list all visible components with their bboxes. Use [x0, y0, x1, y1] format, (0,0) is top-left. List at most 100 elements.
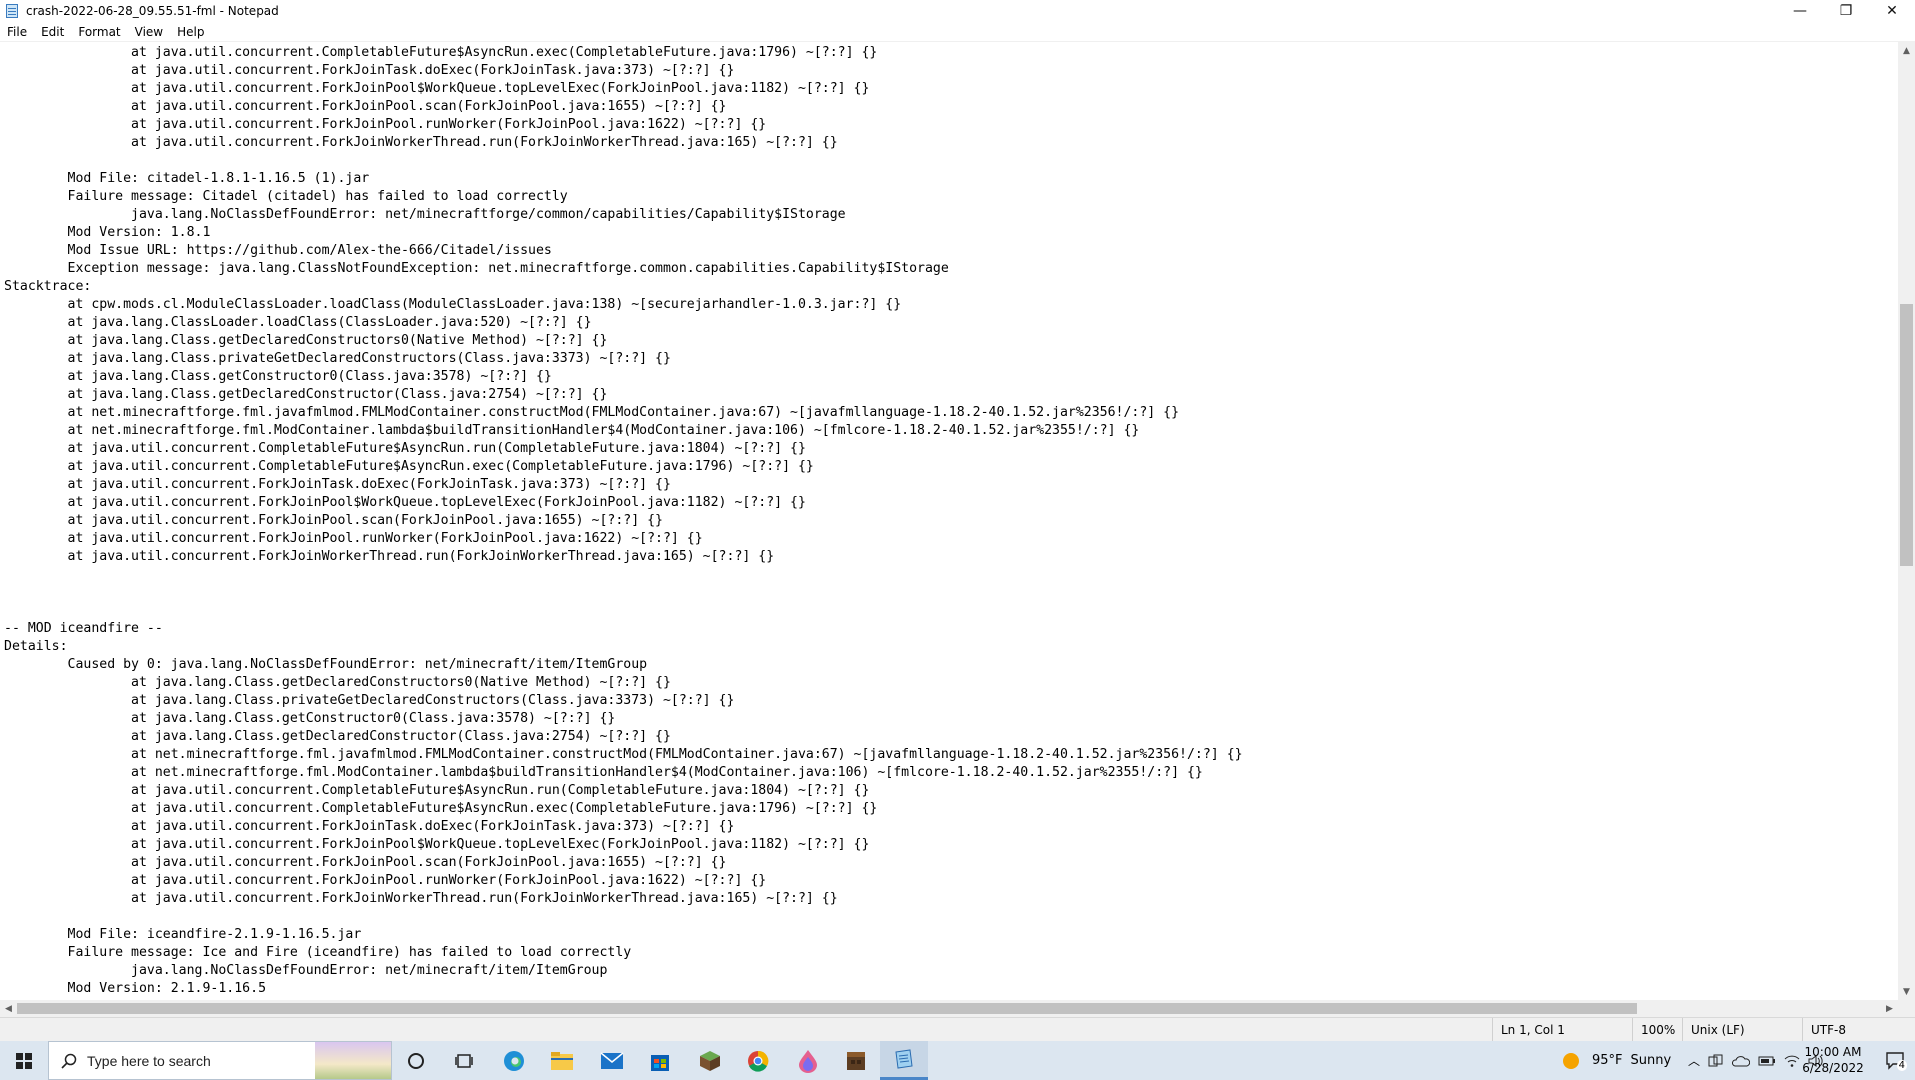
- text-line[interactable]: at java.util.concurrent.CompletableFutur…: [4, 782, 1243, 800]
- text-line[interactable]: at net.minecraftforge.fml.ModContainer.l…: [4, 764, 1243, 782]
- text-line[interactable]: at java.lang.Class.privateGetDeclaredCon…: [4, 692, 1243, 710]
- text-line[interactable]: at java.util.concurrent.ForkJoinPool$Wor…: [4, 80, 1243, 98]
- text-line[interactable]: at java.lang.Class.getDeclaredConstructo…: [4, 386, 1243, 404]
- store-button[interactable]: [636, 1041, 684, 1080]
- text-line[interactable]: [4, 602, 1243, 620]
- text-line[interactable]: at java.util.concurrent.CompletableFutur…: [4, 800, 1243, 818]
- menu-view[interactable]: View: [128, 25, 170, 39]
- text-line[interactable]: at java.util.concurrent.ForkJoinPool.run…: [4, 530, 1243, 548]
- text-line[interactable]: at java.util.concurrent.ForkJoinTask.doE…: [4, 818, 1243, 836]
- text-line[interactable]: [4, 566, 1243, 584]
- text-line[interactable]: at java.lang.Class.privateGetDeclaredCon…: [4, 350, 1243, 368]
- weather-widget[interactable]: 95°F Sunny: [1562, 1041, 1671, 1080]
- text-line[interactable]: at java.util.concurrent.ForkJoinTask.doE…: [4, 62, 1243, 80]
- window-controls: — ❐ ✕: [1777, 0, 1915, 22]
- text-line[interactable]: at java.util.concurrent.CompletableFutur…: [4, 440, 1243, 458]
- line-ending: Unix (LF): [1682, 1018, 1802, 1042]
- file-explorer-button[interactable]: [538, 1041, 586, 1080]
- window-title: crash-2022-06-28_09.55.51-fml - Notepad: [26, 4, 279, 18]
- action-center-button[interactable]: 4: [1883, 1049, 1909, 1073]
- people-icon[interactable]: [1708, 1054, 1724, 1068]
- vertical-scroll-thumb[interactable]: [1900, 304, 1913, 566]
- menu-edit[interactable]: Edit: [34, 25, 71, 39]
- text-line[interactable]: at java.util.concurrent.ForkJoinPool.run…: [4, 116, 1243, 134]
- text-line[interactable]: at java.util.concurrent.ForkJoinPool.run…: [4, 872, 1243, 890]
- text-line[interactable]: at java.util.concurrent.ForkJoinPool$Wor…: [4, 494, 1243, 512]
- mail-button[interactable]: [588, 1041, 636, 1080]
- edge-icon: [504, 1050, 524, 1071]
- scroll-right-button[interactable]: ▶: [1881, 1000, 1898, 1017]
- horizontal-scroll-thumb[interactable]: [17, 1003, 1637, 1014]
- chrome-button[interactable]: [734, 1041, 782, 1080]
- text-line[interactable]: at java.lang.ClassLoader.loadClass(Class…: [4, 314, 1243, 332]
- text-line[interactable]: at net.minecraftforge.fml.javafmlmod.FML…: [4, 404, 1243, 422]
- text-line[interactable]: at net.minecraftforge.fml.javafmlmod.FML…: [4, 746, 1243, 764]
- text-line[interactable]: at net.minecraftforge.fml.ModContainer.l…: [4, 422, 1243, 440]
- horizontal-scrollbar[interactable]: ◀ ▶: [0, 1000, 1898, 1017]
- maximize-button[interactable]: ❐: [1823, 0, 1869, 22]
- battery-icon[interactable]: [1758, 1055, 1776, 1067]
- start-button[interactable]: [0, 1041, 48, 1080]
- vertical-scrollbar[interactable]: ▲ ▼: [1898, 42, 1915, 1000]
- edge-button[interactable]: [490, 1041, 538, 1080]
- text-line[interactable]: Caused by 0: java.lang.NoClassDefFoundEr…: [4, 656, 1243, 674]
- text-line[interactable]: Stacktrace:: [4, 278, 1243, 296]
- text-line[interactable]: Mod Version: 2.1.9-1.16.5: [4, 980, 1243, 998]
- text-line[interactable]: at java.util.concurrent.ForkJoinPool.sca…: [4, 854, 1243, 872]
- text-line[interactable]: [4, 152, 1243, 170]
- text-line[interactable]: at java.lang.Class.getConstructor0(Class…: [4, 710, 1243, 728]
- text-line[interactable]: at java.util.concurrent.CompletableFutur…: [4, 458, 1243, 476]
- text-line[interactable]: Failure message: Citadel (citadel) has f…: [4, 188, 1243, 206]
- text-line[interactable]: Mod Version: 1.8.1: [4, 224, 1243, 242]
- text-line[interactable]: at java.lang.Class.getConstructor0(Class…: [4, 368, 1243, 386]
- text-line[interactable]: Mod File: citadel-1.8.1-1.16.5 (1).jar: [4, 170, 1243, 188]
- text-line[interactable]: at java.util.concurrent.ForkJoinPool.sca…: [4, 98, 1243, 116]
- menu-file[interactable]: File: [0, 25, 34, 39]
- minimize-button[interactable]: —: [1777, 0, 1823, 22]
- text-line[interactable]: java.lang.NoClassDefFoundError: net/mine…: [4, 206, 1243, 224]
- paint3d-button[interactable]: [784, 1041, 832, 1080]
- scroll-left-button[interactable]: ◀: [0, 1000, 17, 1017]
- text-line[interactable]: Exception message: java.lang.ClassNotFou…: [4, 260, 1243, 278]
- show-hidden-icons-chevron-icon[interactable]: ︿: [1688, 1052, 1700, 1069]
- text-line[interactable]: at java.util.concurrent.ForkJoinPool$Wor…: [4, 836, 1243, 854]
- text-line[interactable]: at java.lang.Class.getDeclaredConstructo…: [4, 332, 1243, 350]
- search-icon: [61, 1053, 77, 1069]
- text-line[interactable]: at java.util.concurrent.ForkJoinTask.doE…: [4, 476, 1243, 494]
- mail-icon: [600, 1051, 624, 1069]
- text-line[interactable]: [4, 584, 1243, 602]
- menu-help[interactable]: Help: [170, 25, 211, 39]
- cortana-button[interactable]: [392, 1041, 440, 1080]
- clock-time: 10:00 AM: [1804, 1045, 1862, 1059]
- text-line[interactable]: at cpw.mods.cl.ModuleClassLoader.loadCla…: [4, 296, 1243, 314]
- text-line[interactable]: -- MOD iceandfire --: [4, 620, 1243, 638]
- minecraft-button[interactable]: [686, 1041, 734, 1080]
- text-line[interactable]: java.lang.NoClassDefFoundError: net/mine…: [4, 962, 1243, 980]
- text-line[interactable]: Mod File: iceandfire-2.1.9-1.16.5.jar: [4, 926, 1243, 944]
- editor-content[interactable]: at java.util.concurrent.CompletableFutur…: [4, 44, 1243, 1000]
- text-line[interactable]: Mod Issue URL: https://github.com/Alex-t…: [4, 242, 1243, 260]
- minecraft-launcher-button[interactable]: [832, 1041, 880, 1080]
- scroll-down-button[interactable]: ▼: [1898, 983, 1915, 1000]
- text-line[interactable]: Failure message: Ice and Fire (iceandfir…: [4, 944, 1243, 962]
- scroll-up-button[interactable]: ▲: [1898, 42, 1915, 59]
- text-line[interactable]: at java.lang.Class.getDeclaredConstructo…: [4, 674, 1243, 692]
- text-line[interactable]: at java.util.concurrent.ForkJoinPool.sca…: [4, 512, 1243, 530]
- onedrive-icon[interactable]: [1732, 1055, 1751, 1067]
- notepad-taskbar-button[interactable]: [880, 1041, 928, 1080]
- text-line[interactable]: [4, 908, 1243, 926]
- close-button[interactable]: ✕: [1869, 0, 1915, 22]
- text-line[interactable]: at java.util.concurrent.ForkJoinWorkerTh…: [4, 890, 1243, 908]
- text-line[interactable]: at java.util.concurrent.ForkJoinWorkerTh…: [4, 548, 1243, 566]
- task-view-button[interactable]: [440, 1041, 488, 1080]
- text-line[interactable]: at java.util.concurrent.CompletableFutur…: [4, 44, 1243, 62]
- text-line[interactable]: Details:: [4, 638, 1243, 656]
- taskbar-search[interactable]: [48, 1041, 392, 1080]
- search-input[interactable]: [87, 1052, 287, 1069]
- taskbar: 95°F Sunny ︿ 10:00 AM 6/28/2022 4: [0, 1041, 1915, 1080]
- text-editor[interactable]: at java.util.concurrent.CompletableFutur…: [0, 42, 1898, 1000]
- text-line[interactable]: at java.lang.Class.getDeclaredConstructo…: [4, 728, 1243, 746]
- menu-format[interactable]: Format: [71, 25, 127, 39]
- text-line[interactable]: at java.util.concurrent.ForkJoinWorkerTh…: [4, 134, 1243, 152]
- clock[interactable]: 10:00 AM 6/28/2022: [1793, 1044, 1873, 1076]
